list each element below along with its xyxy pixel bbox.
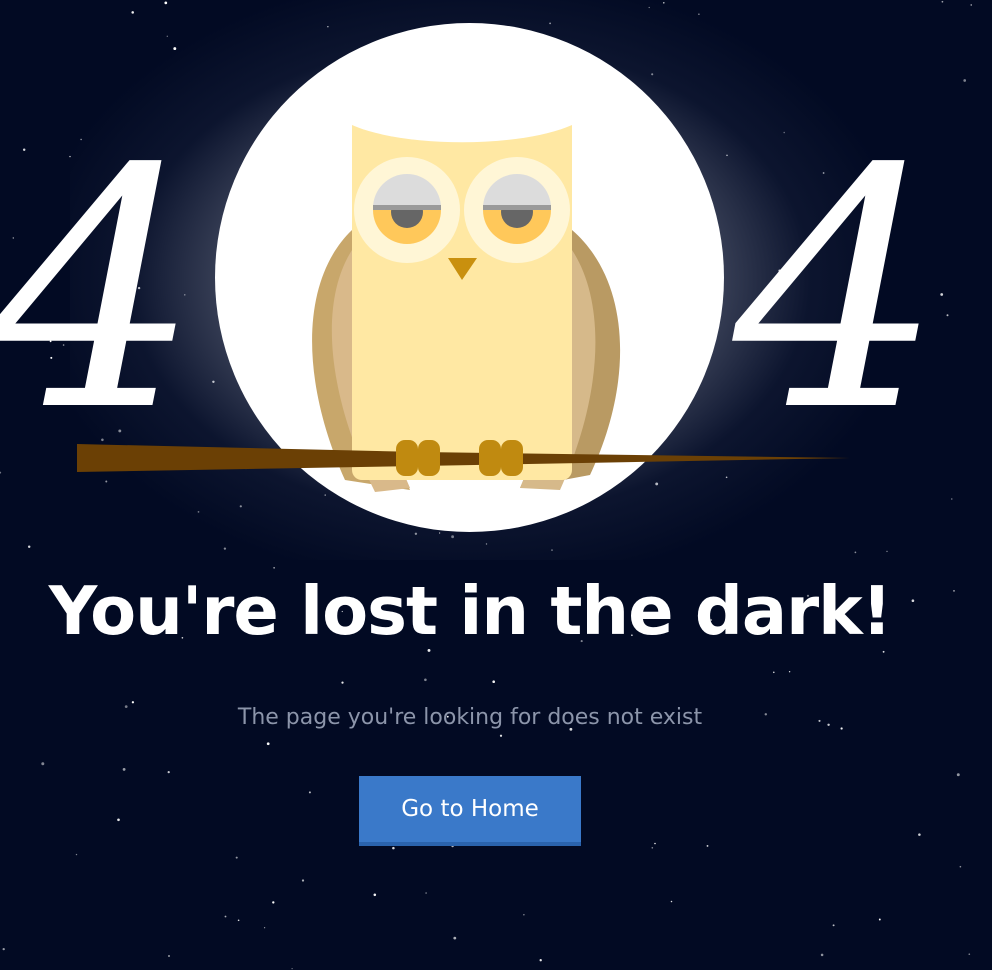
star [878,918,881,921]
star [301,879,305,882]
star [122,767,126,771]
star [235,856,238,859]
owl-eye-right [464,157,570,263]
star [788,671,791,673]
star [425,892,427,894]
go-home-button[interactable]: Go to Home [359,776,581,846]
star [266,742,270,746]
star [2,947,5,951]
star [424,678,427,682]
star [539,959,542,962]
star [820,953,824,957]
star [167,770,170,774]
star [392,846,395,850]
star [499,734,503,737]
star [273,567,275,569]
star [959,865,962,868]
star [224,915,227,918]
star [373,893,377,897]
owl-scene: 4 4 [0,83,943,492]
error-digit-right: 4 [728,99,943,483]
star [263,927,266,929]
star [117,818,120,822]
star [956,773,960,777]
star [75,853,78,856]
star [341,681,344,684]
star [882,650,885,653]
star [773,671,775,674]
star [237,919,240,922]
star [651,847,654,849]
star [523,914,525,916]
star [272,901,275,904]
star [706,844,709,847]
star [654,842,656,845]
owl-eye-left [354,157,460,263]
star [953,590,955,592]
star [832,924,835,927]
star [918,833,921,836]
page-subtitle: The page you're looking for does not exi… [237,705,703,730]
star [41,762,45,766]
error-digit-left: 4 [0,99,200,483]
star [308,791,311,794]
owl-body [352,83,572,480]
star [968,953,971,956]
page-title: You're lost in the dark! [48,572,892,650]
star [453,936,457,940]
owl-head-top [352,83,572,143]
star [168,955,170,957]
star [131,701,135,704]
star [291,967,293,970]
star [492,680,496,684]
star [670,900,673,903]
